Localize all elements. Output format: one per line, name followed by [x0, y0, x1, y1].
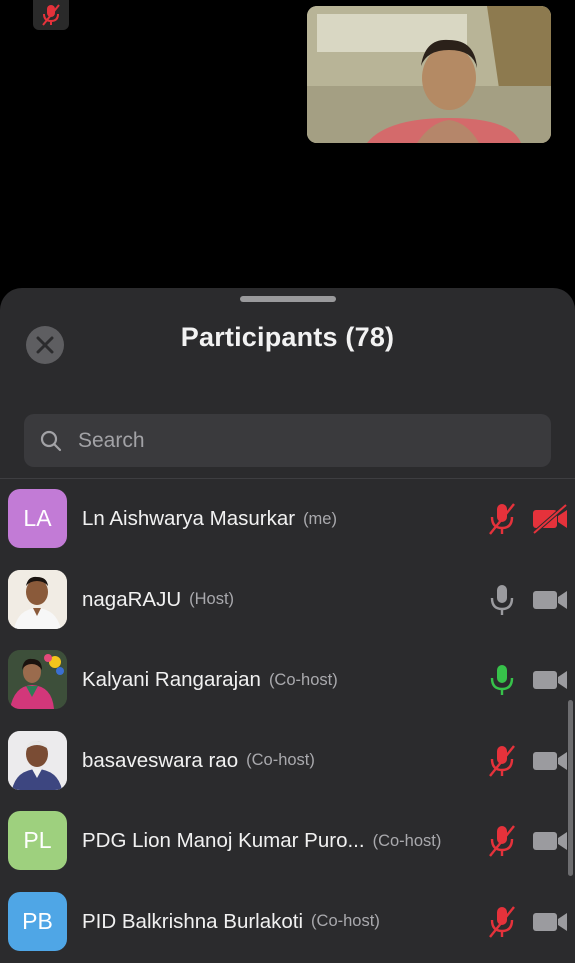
- participant-role: (Co-host): [268, 670, 338, 689]
- video-camera-icon: [533, 590, 567, 609]
- participant-role: (Host): [189, 590, 235, 608]
- profile-photo: [8, 730, 67, 790]
- mic-muted-icon: [489, 503, 515, 535]
- mic-toggle[interactable]: [484, 499, 520, 539]
- participant-row[interactable]: PB PID Balkrishna Burlakoti (Co-host): [0, 882, 575, 963]
- search-placeholder: Search: [78, 428, 145, 452]
- drag-handle[interactable]: [240, 296, 336, 302]
- participant-row[interactable]: PL PDG Lion Manoj Kumar Puro... (Co-host…: [0, 801, 575, 882]
- participant-name: nagaRAJU: [82, 587, 182, 611]
- participant-row[interactable]: nagaRAJU (Host): [0, 560, 575, 641]
- video-camera-off-icon: [532, 504, 568, 534]
- camera-toggle[interactable]: [530, 664, 570, 696]
- video-camera-icon: [533, 671, 567, 689]
- scrollbar[interactable]: [568, 700, 573, 876]
- avatar: LA: [8, 489, 67, 548]
- mic-toggle[interactable]: [484, 821, 520, 861]
- self-mic-muted-indicator[interactable]: [33, 0, 69, 30]
- participant-role: (me): [303, 509, 337, 528]
- avatar: [8, 569, 67, 629]
- meeting-video-area: [0, 0, 575, 290]
- mic-icon: [490, 584, 514, 615]
- avatar-initials: PB: [22, 907, 53, 934]
- mic-toggle[interactable]: [484, 660, 520, 700]
- camera-toggle[interactable]: [530, 825, 570, 857]
- camera-toggle[interactable]: [530, 745, 570, 777]
- active-speaker-video-thumbnail[interactable]: [307, 6, 551, 143]
- camera-toggle[interactable]: [530, 906, 570, 938]
- video-camera-icon: [533, 751, 567, 770]
- participants-panel: Participants (78) Search LA Ln Aishwarya…: [0, 288, 575, 963]
- participant-role: (Co-host): [246, 751, 315, 769]
- search-input[interactable]: Search: [24, 414, 551, 467]
- camera-toggle[interactable]: [530, 584, 570, 616]
- participant-role: (Co-host): [372, 831, 442, 850]
- participant-name: PID Balkrishna Burlakoti: [82, 909, 304, 933]
- profile-photo: [8, 569, 67, 629]
- participant-name: basaveswara rao: [82, 748, 239, 772]
- participant-row[interactable]: Kalyani Rangarajan (Co-host): [0, 640, 575, 721]
- participant-name: PDG Lion Manoj Kumar Puro...: [82, 829, 365, 852]
- mic-toggle[interactable]: [484, 741, 520, 781]
- participant-row[interactable]: basaveswara rao (Co-host): [0, 721, 575, 802]
- video-camera-icon: [533, 912, 567, 931]
- participant-name: Ln Aishwarya Masurkar: [82, 507, 296, 530]
- search-icon: [40, 430, 62, 451]
- mic-muted-icon: [489, 825, 515, 857]
- participant-list: LA Ln Aishwarya Masurkar (me) nagaRAJU (…: [0, 478, 575, 962]
- participant-role: (Co-host): [311, 912, 380, 930]
- mic-muted-icon: [489, 905, 515, 938]
- avatar: [8, 650, 67, 709]
- profile-photo: [8, 650, 67, 709]
- video-camera-icon: [533, 832, 567, 850]
- mic-toggle[interactable]: [484, 902, 520, 942]
- camera-toggle[interactable]: [530, 503, 570, 535]
- avatar-initials: PL: [23, 827, 52, 853]
- mic-muted-icon: [489, 744, 515, 777]
- avatar: [8, 730, 67, 790]
- mic-toggle[interactable]: [484, 580, 520, 620]
- panel-title: Participants (78): [180, 322, 395, 352]
- avatar: PL: [8, 811, 67, 870]
- avatar: PB: [8, 891, 67, 951]
- mic-speaking-icon: [490, 665, 514, 695]
- mic-muted-icon: [42, 4, 60, 26]
- participant-name: Kalyani Rangarajan: [82, 668, 261, 691]
- avatar-initials: LA: [23, 505, 52, 531]
- participant-row[interactable]: LA Ln Aishwarya Masurkar (me): [0, 479, 575, 560]
